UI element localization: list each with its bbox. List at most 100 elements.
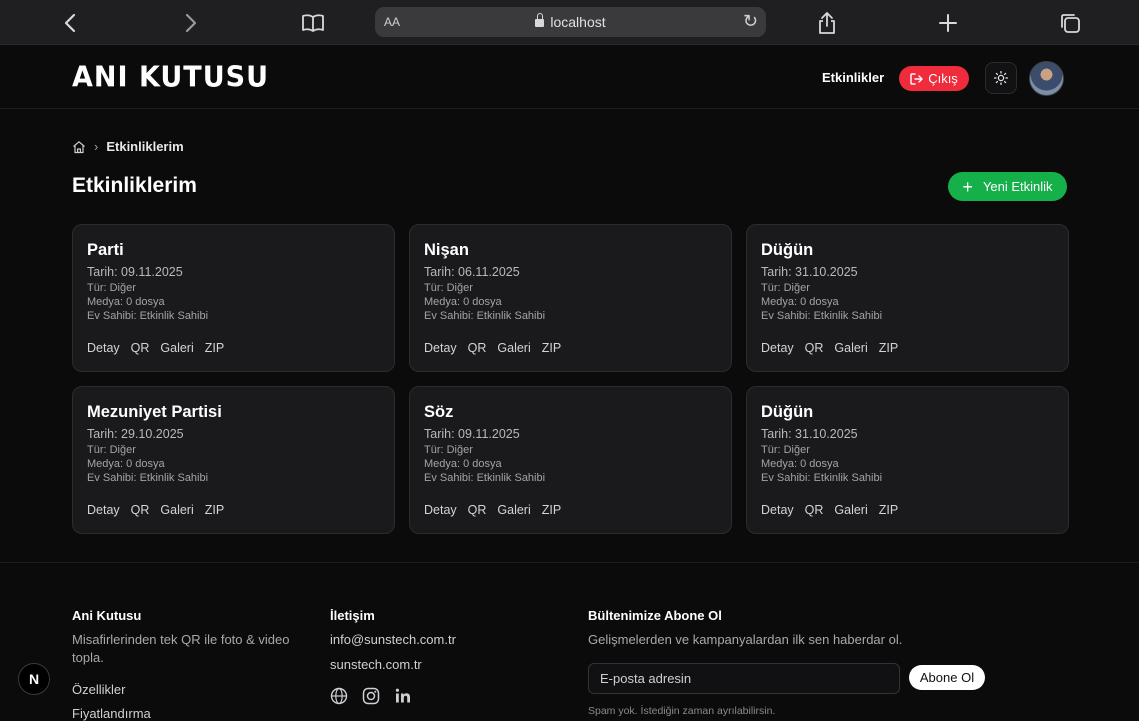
- detail-link[interactable]: Detay: [761, 503, 794, 517]
- zip-link[interactable]: ZIP: [542, 503, 561, 517]
- newsletter-title: Bültenimize Abone Ol: [588, 608, 722, 623]
- gallery-link[interactable]: Galeri: [497, 341, 530, 355]
- footer-link-features[interactable]: Özellikler: [72, 682, 125, 697]
- zip-link[interactable]: ZIP: [542, 341, 561, 355]
- event-date: Tarih: 09.11.2025: [424, 427, 520, 441]
- logout-button[interactable]: Çıkış: [899, 66, 969, 91]
- detail-link[interactable]: Detay: [87, 341, 120, 355]
- lock-icon: [535, 13, 545, 27]
- newsletter-spam-note: Spam yok. İstediğin zaman ayrılabilirsin…: [588, 705, 776, 717]
- dev-tools-badge[interactable]: N: [18, 663, 50, 695]
- event-media: Medya: 0 dosya: [761, 458, 839, 470]
- text-size-button[interactable]: AA: [384, 15, 400, 29]
- footer-brand-title: Ani Kutusu: [72, 608, 142, 623]
- event-actions: Detay QR Galeri ZIP: [424, 503, 561, 517]
- logout-label: Çıkış: [928, 71, 958, 86]
- footer-email-link[interactable]: info@sunstech.com.tr: [330, 632, 456, 647]
- event-host: Ev Sahibi: Etkinlik Sahibi: [87, 472, 209, 484]
- share-icon[interactable]: [814, 10, 840, 36]
- breadcrumb-current: Etkinliklerim: [106, 139, 184, 154]
- gallery-link[interactable]: Galeri: [160, 503, 193, 517]
- zip-link[interactable]: ZIP: [205, 503, 224, 517]
- sun-icon: [994, 71, 1008, 85]
- plus-icon: +: [962, 176, 973, 197]
- zip-link[interactable]: ZIP: [879, 503, 898, 517]
- newsletter-email-input[interactable]: E-posta adresin: [588, 663, 900, 694]
- event-media: Medya: 0 dosya: [87, 458, 165, 470]
- event-host: Ev Sahibi: Etkinlik Sahibi: [87, 310, 209, 322]
- qr-link[interactable]: QR: [468, 503, 487, 517]
- home-icon[interactable]: [72, 140, 86, 154]
- subscribe-button[interactable]: Abone Ol: [909, 665, 985, 690]
- detail-link[interactable]: Detay: [424, 503, 457, 517]
- url-text: localhost: [550, 14, 606, 30]
- gallery-link[interactable]: Galeri: [160, 341, 193, 355]
- event-type: Tür: Diğer: [424, 282, 473, 294]
- event-media: Medya: 0 dosya: [424, 296, 502, 308]
- event-host: Ev Sahibi: Etkinlik Sahibi: [761, 310, 883, 322]
- nav-events-link[interactable]: Etkinlikler: [822, 70, 884, 85]
- event-type: Tür: Diğer: [761, 282, 810, 294]
- page-title: Etkinliklerim: [72, 174, 197, 197]
- new-event-button[interactable]: + Yeni Etkinlik: [948, 172, 1067, 201]
- user-avatar[interactable]: [1029, 61, 1064, 96]
- qr-link[interactable]: QR: [805, 341, 824, 355]
- reader-book-icon[interactable]: [300, 10, 326, 36]
- qr-link[interactable]: QR: [468, 341, 487, 355]
- event-card: Mezuniyet Partisi Tarih: 29.10.2025 Tür:…: [72, 386, 395, 534]
- detail-link[interactable]: Detay: [87, 503, 120, 517]
- event-title: Parti: [87, 241, 124, 259]
- event-media: Medya: 0 dosya: [424, 458, 502, 470]
- qr-link[interactable]: QR: [805, 503, 824, 517]
- event-host: Ev Sahibi: Etkinlik Sahibi: [424, 472, 546, 484]
- event-host: Ev Sahibi: Etkinlik Sahibi: [424, 310, 546, 322]
- new-event-label: Yeni Etkinlik: [982, 179, 1053, 194]
- logout-icon: [910, 72, 923, 85]
- site-footer: Ani Kutusu Misafirlerinden tek QR ile fo…: [0, 562, 1139, 721]
- zip-link[interactable]: ZIP: [205, 341, 224, 355]
- site-logo[interactable]: ANI KUTUSU: [72, 61, 269, 94]
- event-media: Medya: 0 dosya: [761, 296, 839, 308]
- event-type: Tür: Diğer: [87, 282, 136, 294]
- chevron-right-icon: ›: [94, 139, 99, 154]
- event-type: Tür: Diğer: [87, 444, 136, 456]
- newsletter-description: Gelişmelerden ve kampanyalardan ilk sen …: [588, 632, 903, 647]
- event-date: Tarih: 09.11.2025: [87, 265, 183, 279]
- event-actions: Detay QR Galeri ZIP: [87, 341, 224, 355]
- event-card: Düğün Tarih: 31.10.2025 Tür: Diğer Medya…: [746, 224, 1069, 372]
- reload-icon[interactable]: ↻: [743, 11, 758, 32]
- detail-link[interactable]: Detay: [761, 341, 794, 355]
- event-date: Tarih: 31.10.2025: [761, 427, 858, 441]
- theme-toggle-button[interactable]: [985, 62, 1017, 94]
- footer-link-pricing[interactable]: Fiyatlandırma: [72, 706, 151, 721]
- forward-icon[interactable]: [178, 10, 204, 36]
- footer-website-link[interactable]: sunstech.com.tr: [330, 657, 422, 672]
- event-card: Nişan Tarih: 06.11.2025 Tür: Diğer Medya…: [409, 224, 732, 372]
- breadcrumb: › Etkinliklerim: [72, 139, 184, 154]
- event-title: Nişan: [424, 241, 469, 259]
- zip-link[interactable]: ZIP: [879, 341, 898, 355]
- gallery-link[interactable]: Galeri: [834, 341, 867, 355]
- qr-link[interactable]: QR: [131, 341, 150, 355]
- globe-icon[interactable]: [330, 687, 348, 705]
- instagram-icon[interactable]: [362, 687, 380, 705]
- site-header: ANI KUTUSU Etkinlikler Çıkış: [0, 46, 1139, 109]
- gallery-link[interactable]: Galeri: [497, 503, 530, 517]
- footer-brand-description: Misafirlerinden tek QR ile foto & video …: [72, 632, 290, 665]
- event-card: Söz Tarih: 09.11.2025 Tür: Diğer Medya: …: [409, 386, 732, 534]
- linkedin-icon[interactable]: [394, 687, 412, 705]
- new-tab-icon[interactable]: [935, 10, 961, 36]
- event-actions: Detay QR Galeri ZIP: [761, 503, 898, 517]
- tabs-overview-icon[interactable]: [1057, 10, 1083, 36]
- event-date: Tarih: 06.11.2025: [424, 265, 520, 279]
- event-date: Tarih: 31.10.2025: [761, 265, 858, 279]
- qr-link[interactable]: QR: [131, 503, 150, 517]
- event-media: Medya: 0 dosya: [87, 296, 165, 308]
- back-icon[interactable]: [57, 10, 83, 36]
- browser-toolbar: AA localhost ↻: [0, 0, 1139, 45]
- event-host: Ev Sahibi: Etkinlik Sahibi: [761, 472, 883, 484]
- detail-link[interactable]: Detay: [424, 341, 457, 355]
- gallery-link[interactable]: Galeri: [834, 503, 867, 517]
- event-date: Tarih: 29.10.2025: [87, 427, 184, 441]
- address-bar[interactable]: AA localhost ↻: [375, 7, 766, 37]
